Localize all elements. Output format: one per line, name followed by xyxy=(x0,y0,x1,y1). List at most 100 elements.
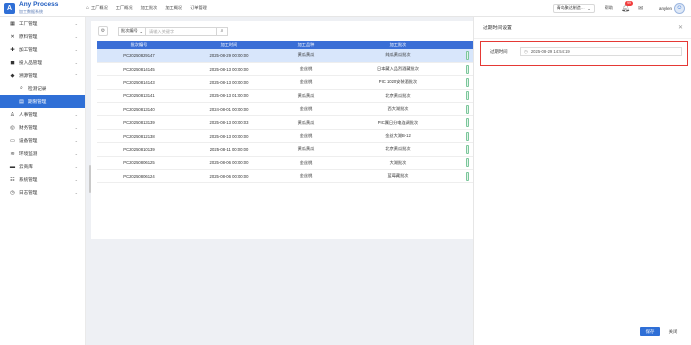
search-button[interactable]: ⌕ xyxy=(217,26,228,36)
table-cell: 北京黄瓜批次 xyxy=(335,142,461,157)
chevron-down-icon: ⌄ xyxy=(587,5,591,11)
mail-icon[interactable]: ✉ xyxy=(638,5,643,12)
table-cell: 2025-08-13 00:00:00 xyxy=(181,75,277,90)
clock-icon: ◷ xyxy=(10,189,15,196)
sidebar-item-trace[interactable]: ◆ 溯源管理 ⌃ xyxy=(0,69,85,82)
row-action-tag[interactable] xyxy=(465,118,469,128)
table-cell: 蓝莓藏批次 xyxy=(335,169,461,184)
table-row[interactable]: PC20250813140 2024-08-01 00:00:00 金丝桃 西大湖批次 xyxy=(97,102,473,117)
notification-badge: 99 xyxy=(625,1,633,6)
table-row[interactable]: PC20250812138 2025-08-13 00:00:00 金丝桃 金丝大湖B… xyxy=(97,129,473,144)
table-cell: 黄瓜黄瓜 xyxy=(277,142,335,157)
user-name[interactable]: anylen xyxy=(659,6,672,11)
avatar[interactable]: ☺ xyxy=(674,2,685,14)
column-header[interactable]: 加工批次 xyxy=(335,41,461,49)
table-header-row: 批次编号 加工时间 加工品种 加工批次 xyxy=(97,41,473,49)
column-header[interactable]: 加工时间 xyxy=(181,41,277,49)
chevron-down-icon: ⌄ xyxy=(74,138,78,143)
sidebar-item-finance[interactable]: ◎ 财务管理 ⌄ xyxy=(0,121,85,134)
sidebar-item-material[interactable]: ✕ 原料管理 ⌄ xyxy=(0,30,85,43)
chevron-down-icon: ⌄ xyxy=(74,112,78,117)
expiry-datetime-input[interactable]: ◷ 2025-08-29 14:54:19 xyxy=(520,47,682,56)
bell-icon: 🔔︎ xyxy=(621,5,631,12)
column-header[interactable]: 批次编号 xyxy=(97,41,181,49)
row-action-tag[interactable] xyxy=(465,144,469,154)
sidebar-item-environment[interactable]: ≋ 环境监测 ⌄ xyxy=(0,147,85,160)
table-row[interactable]: PC20250813139 2025-08-13 00:00:03 黄瓜黄瓜 PIC属… xyxy=(97,115,473,130)
table-row[interactable]: PC20250829147 2025-08-29 00:00:00 黄瓜黄瓜 纯瓜黄瓜… xyxy=(97,49,473,63)
sidebar-item-processing[interactable]: ✚ 加工管理 ⌄ xyxy=(0,43,85,56)
sidebar-item-equipment[interactable]: ▭ 设备管理 ⌄ xyxy=(0,134,85,147)
expiry-value: 2025-08-29 14:54:19 xyxy=(530,49,570,54)
sidebar-item-hr[interactable]: ♙ 人事管理 ⌄ xyxy=(0,108,85,121)
table-row[interactable]: PC20250810139 2025-08-11 00:00:00 黄瓜黄瓜 北京黄瓜… xyxy=(97,142,473,157)
table-cell: 日本藏入品烈酒藏批次 xyxy=(335,62,461,77)
drawer-title: 过期时间设置 xyxy=(483,26,512,31)
batch-table: 批次编号 加工时间 加工品种 加工批次 PC20250829147 2025-08… xyxy=(97,41,473,184)
table-cell: 2024-08-01 00:00:00 xyxy=(181,102,277,117)
gear-icon[interactable]: ⚙ xyxy=(98,26,108,36)
coin-icon: ◎ xyxy=(10,124,15,131)
monitor-icon: ▭ xyxy=(10,137,15,144)
search-input[interactable]: 请输入关键字 xyxy=(145,26,217,36)
topnav-item-processing[interactable]: 加工概况 xyxy=(165,5,182,11)
table-cell: 金丝桃 xyxy=(277,75,335,90)
table-cell: PIC属日分电连调批次 xyxy=(335,115,461,130)
table-cell: PC20250806125 xyxy=(97,156,181,171)
cancel-button[interactable]: 关闭 xyxy=(663,327,683,336)
app-logo[interactable]: A Any Process 加工数据系统 xyxy=(0,2,86,14)
table-row[interactable]: PC20250806125 2025-08-06 00:00:00 金丝桃 大湖批次 xyxy=(97,156,473,171)
row-action-tag[interactable] xyxy=(465,158,469,168)
chevron-down-icon: ⌄ xyxy=(74,190,78,195)
document-icon: ▤ xyxy=(19,98,24,105)
row-action-tag[interactable] xyxy=(465,171,469,181)
topnav-item-factory[interactable]: 工厂概况 xyxy=(116,5,133,11)
row-action-tag[interactable] xyxy=(465,131,469,141)
row-action-tag[interactable] xyxy=(465,77,469,87)
table-cell: 金丝桃 xyxy=(277,62,335,77)
chevron-down-icon: ⌄ xyxy=(74,151,78,156)
row-action-tag[interactable] xyxy=(465,104,469,114)
row-action-tag[interactable] xyxy=(465,50,469,60)
sidebar-item-cloud-store[interactable]: ▬ 云商库 ⌄ xyxy=(0,160,85,173)
sidebar-item-inputs[interactable]: ◼ 投入品管理 ⌄ xyxy=(0,56,85,69)
settings-list-icon: ☷ xyxy=(10,176,15,183)
table-cell: PC20250813139 xyxy=(97,115,181,130)
column-header[interactable]: 加工品种 xyxy=(277,41,335,49)
table-row[interactable]: PC20250814145 2025-08-13 00:00:00 金丝桃 日本藏入品… xyxy=(97,62,473,77)
row-action-tag[interactable] xyxy=(465,91,469,101)
row-action-tag[interactable] xyxy=(465,64,469,74)
clock-icon: ◷ xyxy=(524,48,528,54)
close-icon[interactable]: ✕ xyxy=(678,24,683,31)
sidebar-item-logs[interactable]: ◷ 日志管理 ⌄ xyxy=(0,186,85,199)
sidebar-item-inspection[interactable]: ⌕ 检测记录 xyxy=(0,82,85,95)
factory-select[interactable]: 青岛聚达制造… ⌄ xyxy=(552,3,595,13)
top-nav: ⌂ 工厂概况 工厂概况 加工批次 加工概况 订单管理 xyxy=(86,5,215,11)
table-cell: 2025-08-11 00:00:00 xyxy=(181,142,277,157)
table-cell: PC20250829147 xyxy=(97,49,181,63)
table-row[interactable]: PC20250806124 2025-08-06 00:00:00 金丝桃 蓝莓藏批次 xyxy=(97,169,473,184)
app-subtitle: 加工数据系统 xyxy=(19,8,43,14)
notification-bell[interactable]: 🔔︎ 99 xyxy=(621,1,633,12)
expiry-drawer: 过期时间设置 ✕ 过期时间 ◷ 2025-08-29 14:54:19 保存 关… xyxy=(473,17,691,345)
filter-field-select[interactable]: 批次编号 ⌄ xyxy=(118,26,145,36)
topnav-item-batches[interactable]: 加工批次 xyxy=(141,5,158,11)
table-row[interactable]: PC20250813141 2025-08-13 01:00:00 黄瓜黄瓜 北京黄瓜… xyxy=(97,89,473,104)
chevron-down-icon: ⌄ xyxy=(74,60,78,65)
topnav-item-home[interactable]: ⌂ 工厂概况 xyxy=(86,5,108,11)
save-button[interactable]: 保存 xyxy=(640,327,660,336)
help-link[interactable]: 帮助 xyxy=(605,5,613,11)
sidebar-item-factory[interactable]: ▦ 工厂管理 ⌄ xyxy=(0,17,85,30)
expiry-field-row: 过期时间 ◷ 2025-08-29 14:54:19 xyxy=(490,47,682,56)
chevron-down-icon: ⌄ xyxy=(74,47,78,52)
table-cell: PC20250814145 xyxy=(97,62,181,77)
table-row[interactable]: PC20250814143 2025-08-13 00:00:00 金丝桃 PIC 1… xyxy=(97,75,473,90)
home-icon: ⌂ xyxy=(86,5,90,11)
table-cell: 黄瓜黄瓜 xyxy=(277,115,335,130)
logo-mark: A xyxy=(4,2,15,14)
topnav-item-orders[interactable]: 订单管理 xyxy=(190,5,207,11)
sidebar-item-expiry[interactable]: ▤ 期限管理 xyxy=(0,95,85,108)
table-cell: 西大湖批次 xyxy=(335,102,461,117)
chevron-down-icon: ⌄ xyxy=(74,164,78,169)
sidebar-item-system[interactable]: ☷ 系统管理 ⌄ xyxy=(0,173,85,186)
